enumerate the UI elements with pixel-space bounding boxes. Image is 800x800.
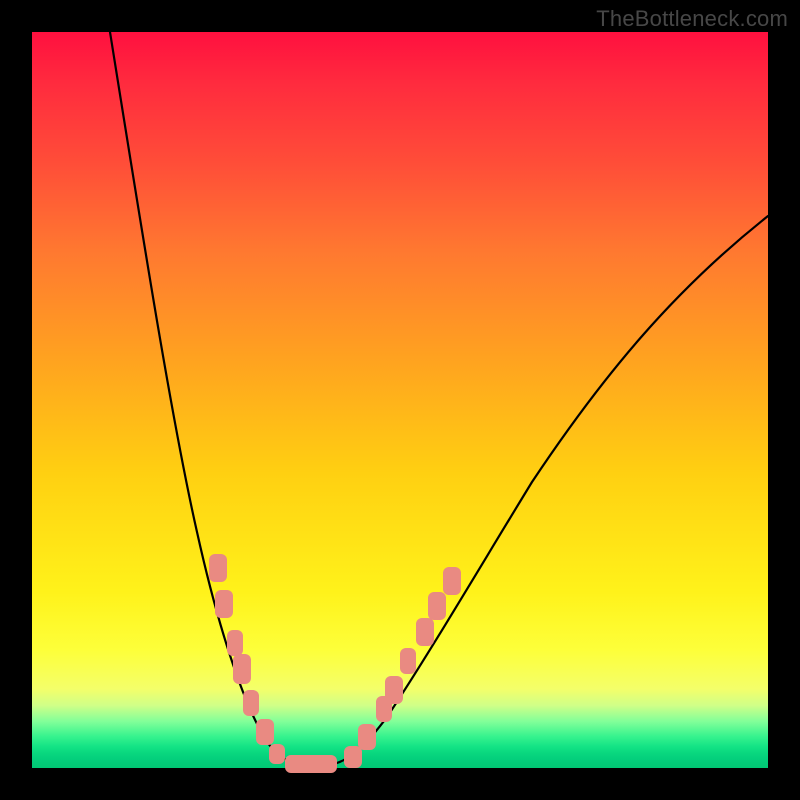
data-marker xyxy=(285,755,337,773)
data-marker xyxy=(269,744,285,764)
data-marker xyxy=(428,592,446,620)
data-marker xyxy=(443,567,461,595)
data-marker xyxy=(400,648,416,674)
data-marker xyxy=(243,690,259,716)
data-marker xyxy=(209,554,227,582)
bottleneck-curve xyxy=(110,32,768,765)
marker-group xyxy=(209,554,461,773)
data-marker xyxy=(385,676,403,704)
data-marker xyxy=(215,590,233,618)
data-marker xyxy=(227,630,243,656)
data-marker xyxy=(233,654,251,684)
watermark-text: TheBottleneck.com xyxy=(596,6,788,32)
data-marker xyxy=(416,618,434,646)
plot-area xyxy=(32,32,768,768)
chart-frame: TheBottleneck.com xyxy=(0,0,800,800)
chart-svg xyxy=(32,32,768,768)
data-marker xyxy=(256,719,274,745)
data-marker xyxy=(344,746,362,768)
data-marker xyxy=(358,724,376,750)
